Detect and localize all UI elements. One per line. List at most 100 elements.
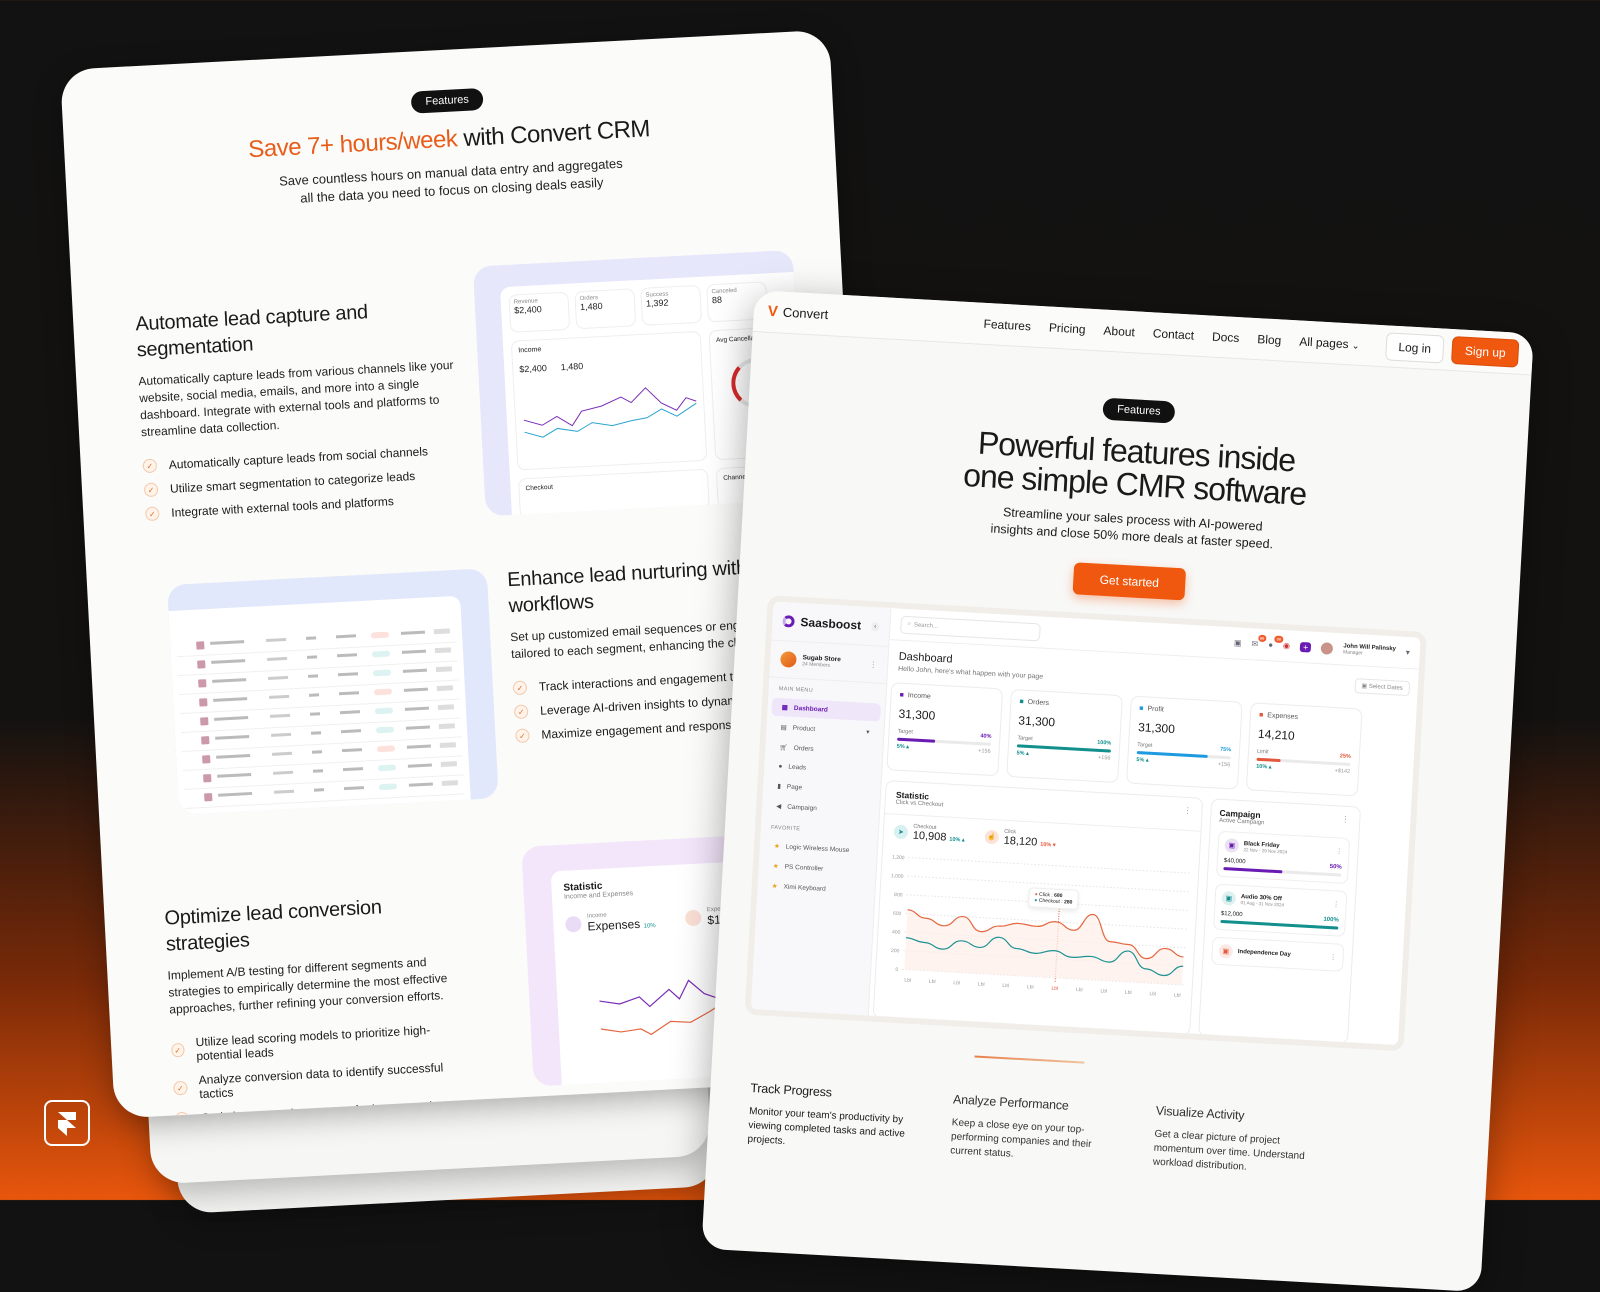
feature-bullet: ✓ Integrate with external tools and platf… [144, 490, 465, 522]
more-vertical-icon[interactable]: ⋮ [1341, 815, 1349, 824]
kpi-card: Revenue $2,400 [508, 291, 571, 333]
sidebar: Saasboost ‹ Sugab Store 24 Members ⋮ MAIN M… [750, 601, 892, 1016]
kpi-value: 14,210 [1257, 726, 1296, 743]
flag-us-icon[interactable]: ◉ [1283, 641, 1290, 650]
bullet-text: Integrate with external tools and platfo… [170, 494, 395, 520]
y-tick-label: 200 [891, 948, 900, 954]
signup-button[interactable]: Sign up [1451, 335, 1520, 368]
get-started-button[interactable]: Get started [1072, 562, 1186, 601]
sidebar-item-label: Orders [793, 744, 814, 753]
kpi-card: Orders 1,480 [574, 288, 637, 330]
nav-link-pricing[interactable]: Pricing [1049, 320, 1086, 336]
kpi-value: 1,480 [579, 300, 603, 313]
store-avatar [779, 651, 797, 668]
favorite-item[interactable]: ★ Ximi Keyboard [761, 876, 871, 900]
kpi-percent: 100% [1097, 739, 1112, 747]
kpi-icon: ■ [1258, 711, 1264, 720]
y-tick-label: 400 [892, 929, 901, 935]
product-table-preview [167, 568, 499, 815]
convert-logo-icon: V [767, 302, 779, 321]
nav-link-blog[interactable]: Blog [1257, 332, 1282, 347]
x-tick-label: Lbl [1149, 991, 1156, 997]
income-card: Income $2,400 1,480 [510, 330, 708, 471]
tooltip-value: 280 [1063, 899, 1073, 906]
change-value: 10% [949, 836, 961, 844]
kpi-delta: +156 [1097, 754, 1111, 762]
feature-visualize-activity: Visualize Activity Get a clear picture of… [1153, 1104, 1321, 1179]
check-icon: ✓ [142, 458, 158, 474]
kpi-sub: Limit [1256, 748, 1269, 756]
bullet-text: Automatically capture leads from social … [168, 444, 429, 472]
feature-title: Track Progress [750, 1081, 833, 1100]
brand-logo[interactable]: V Convert [767, 303, 828, 323]
kpi-label-text: Expenses [1267, 712, 1299, 721]
kpi-change: 5% ▴ [896, 743, 910, 751]
more-vertical-icon[interactable]: ⋮ [1335, 847, 1342, 855]
feature-text: Get a clear picture of project momentum … [1152, 1128, 1305, 1173]
income-title: Income [518, 346, 542, 355]
nav-link-features[interactable]: Features [983, 316, 1031, 333]
brand-name: Convert [782, 304, 829, 323]
bullet-text: Utilize lead scoring models to prioritiz… [195, 1022, 431, 1064]
kpi-sub: Target [1017, 735, 1033, 743]
check-icon: ✓ [144, 506, 160, 522]
nav-link-contact[interactable]: Contact [1152, 326, 1194, 342]
add-button[interactable]: + [1299, 641, 1312, 653]
select-dates-button[interactable]: ▣ Select Dates [1354, 678, 1411, 697]
kpi-change: 10% ▴ [1256, 763, 1272, 771]
income-revenue: $2,400 [519, 362, 548, 375]
nav-link-all-pages[interactable]: All pages ⌄ [1299, 334, 1360, 351]
kpi-label: ■ Profit [1139, 705, 1233, 717]
chevron-down-icon: ▾ [866, 728, 870, 737]
cursor-icon: ➤ [893, 824, 909, 840]
more-vertical-icon[interactable]: ⋮ [869, 659, 877, 668]
star-icon: ★ [773, 842, 780, 851]
sidebar-item-label: Leads [788, 763, 807, 772]
click-area [904, 909, 1184, 985]
carousel-indicator[interactable] [974, 1055, 1085, 1064]
megaphone-icon: ◀ [776, 802, 782, 811]
campaign-item[interactable]: ▣ Independence Day ⋮ [1211, 936, 1345, 972]
saasboost-logo-icon [782, 615, 795, 628]
check-icon: ✓ [143, 482, 159, 498]
bullet-text: Analyze conversion data to identify succ… [198, 1060, 444, 1102]
chevron-down-icon[interactable]: ▾ [1406, 648, 1411, 657]
nav-links: Features Pricing About Contact Docs Blog… [983, 316, 1360, 351]
search-input[interactable]: ⌕ Search... [900, 615, 1041, 641]
saasboost-dashboard: Saasboost ‹ Sugab Store 24 Members ⋮ MAIN M… [744, 595, 1427, 1052]
feature-track-progress: Track Progress Monitor your team's produc… [747, 1081, 915, 1156]
collapse-sidebar-icon[interactable]: ‹ [870, 621, 880, 631]
check-icon: ✓ [513, 704, 529, 720]
campaign-item[interactable]: ▣ Audio 30% Off 01 Aug - 31 Nov 2024 ⋮ $12,0… [1213, 883, 1348, 937]
favorite-label-text: PS Controller [784, 863, 824, 873]
tooltip-label: Checkout [1038, 897, 1061, 905]
check-icon: ✓ [515, 728, 530, 744]
more-vertical-icon[interactable]: ⋮ [1329, 953, 1336, 961]
nav-link-about[interactable]: About [1103, 323, 1135, 339]
kpi-value: 31,300 [1017, 713, 1056, 730]
all-pages-label: All pages [1298, 333, 1350, 351]
cart-icon: 🛒︎ [779, 744, 788, 752]
kpi-label: ■ Income [899, 692, 993, 704]
login-button[interactable]: Log in [1384, 331, 1445, 364]
more-vertical-icon[interactable]: ⋮ [1332, 900, 1339, 908]
x-tick-label: Lbl [1051, 986, 1058, 992]
kpi-icon: ■ [1019, 698, 1024, 706]
more-vertical-icon[interactable]: ⋮ [1183, 806, 1191, 815]
campaign-dates: 22 Nov - 29 Nov 2024 [1243, 846, 1288, 855]
calendar-icon[interactable]: ▣ [1234, 638, 1242, 647]
campaign-amount: $40,000 [1223, 858, 1246, 866]
click-value: 18,120 [1003, 834, 1038, 849]
user-avatar[interactable] [1320, 641, 1334, 655]
feature-description: Automatically capture leads from various… [138, 357, 454, 440]
y-tick-label: 1,000 [891, 873, 904, 880]
calendar-icon: ▣ [1361, 683, 1368, 690]
mail-icon[interactable]: ✉ 99 [1251, 634, 1267, 649]
kpi-icon: ■ [1139, 705, 1144, 713]
kpi-change: 5% ▴ [1136, 757, 1149, 764]
favorite-label-text: Logic Wireless Mouse [785, 843, 850, 854]
campaign-item[interactable]: ▣ Black Friday 22 Nov - 29 Nov 2024 ⋮ $40,00… [1215, 830, 1351, 885]
nav-link-docs[interactable]: Docs [1212, 329, 1240, 345]
chat-icon[interactable]: ● 99 [1268, 635, 1284, 649]
kpi-percent: 25% [1339, 753, 1352, 760]
